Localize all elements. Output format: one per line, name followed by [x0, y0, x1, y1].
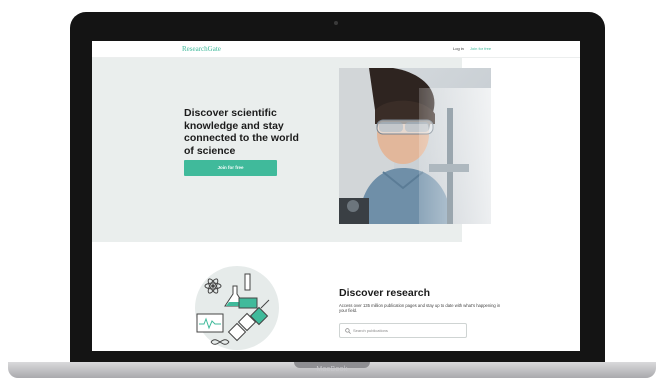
- search-input[interactable]: Search publications: [339, 323, 467, 338]
- search-placeholder: Search publications: [353, 328, 388, 333]
- discover-description: Access over 135 million publication page…: [339, 303, 501, 314]
- hero-title: Discover scientific knowledge and stay c…: [184, 107, 299, 157]
- science-illustration: [189, 264, 281, 351]
- join-button[interactable]: Join for free: [184, 160, 277, 176]
- site-logo[interactable]: ResearchGate: [182, 45, 221, 53]
- site-header: ResearchGate Log in Join for free: [92, 41, 580, 58]
- laptop-frame: ResearchGate Log in Join for free Discov…: [0, 0, 664, 386]
- search-icon: [345, 328, 351, 334]
- join-link[interactable]: Join for free: [470, 46, 491, 51]
- chart-icon: [196, 313, 224, 333]
- device-label: MacBook: [316, 366, 348, 373]
- discover-title: Discover research: [339, 287, 431, 299]
- browser-screen: ResearchGate Log in Join for free Discov…: [92, 41, 580, 351]
- camera: [334, 21, 338, 25]
- login-link[interactable]: Log in: [453, 46, 464, 51]
- scientist-photo: [339, 68, 491, 224]
